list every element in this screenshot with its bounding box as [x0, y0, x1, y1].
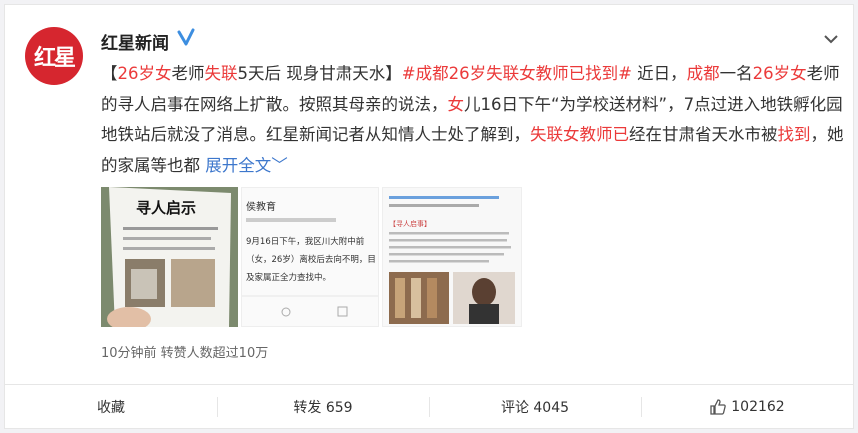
post-meta: 10分钟前 转赞人数超过10万 [101, 346, 269, 361]
like-count: 102162 [731, 399, 785, 415]
svg-text:（女，26岁）离校后去向不明，目: （女，26岁）离校后去向不明，目 [246, 254, 376, 265]
comment-button[interactable]: 评论 4045 [429, 385, 641, 429]
post-text-segment: 成都 [686, 64, 720, 83]
comment-label: 评论 4045 [500, 400, 570, 416]
notice-title: 寻人启示 [136, 199, 196, 217]
weibo-post-card: 红星 红星新闻 【26岁女老师失联5天后 现身甘肃天水】#成都26岁失联女教师已… [4, 4, 854, 429]
svg-text:9月16日下午，我区川大附中前: 9月16日下午，我区川大附中前 [246, 236, 365, 247]
chevron-down-icon[interactable] [823, 33, 839, 45]
expand-full-text-link[interactable]: 展开全文 [205, 156, 271, 175]
post-image-3[interactable]: 【寻人启事】 [382, 187, 522, 327]
action-bar: 收藏 转发 659 评论 4045 102162 [5, 385, 853, 429]
post-text-segment: 26岁女 [117, 64, 172, 83]
news-screenshot: 侯教育 9月16日下午，我区川大附中前 （女，26岁）离校后去向不明，目 及家属… [242, 188, 378, 326]
post-text-segment: 26岁女 [752, 64, 807, 83]
post-text-segment: 一名 [719, 64, 753, 83]
post-text-segment: 经在甘肃省天水市被 [629, 125, 778, 144]
verified-icon [177, 28, 195, 46]
post-text-segment: 5天后 现身甘肃天水】 [237, 64, 402, 83]
svg-text:及家属正全力查找中。: 及家属正全力查找中。 [246, 272, 331, 283]
svg-text:侯教育: 侯教育 [246, 200, 276, 213]
favorite-button[interactable]: 收藏 [5, 385, 217, 429]
post-text-segment: 找到 [777, 125, 811, 144]
post-text: 【26岁女老师失联5天后 现身甘肃天水】#成都26岁失联女教师已找到# 近日，成… [101, 59, 846, 181]
post-text-segment: 失联 [204, 64, 238, 83]
like-button[interactable]: 102162 [641, 385, 853, 429]
post-text-segment: 失联女教师已 [530, 125, 629, 144]
post-image-2[interactable]: 侯教育 9月16日下午，我区川大附中前 （女，26岁）离校后去向不明，目 及家属… [241, 187, 379, 327]
author-avatar[interactable]: 红星 [25, 27, 83, 85]
svg-text:【寻人启事】: 【寻人启事】 [389, 219, 431, 228]
notice-photo: 寻人启示 [101, 187, 238, 327]
repost-button[interactable]: 转发 659 [217, 385, 429, 429]
post-text-segment: 【 [101, 64, 118, 83]
expand-chevron-icon[interactable]: ﹀ [271, 156, 288, 175]
author-name[interactable]: 红星新闻 [101, 29, 169, 54]
post-text-segment: 近日， [631, 64, 687, 83]
favorite-label: 收藏 [97, 400, 125, 416]
repost-screenshot: 【寻人启事】 [383, 188, 521, 326]
post-text-segment[interactable]: #成都26岁失联女教师已找到# [402, 64, 632, 83]
repost-label: 转发 659 [293, 400, 353, 416]
post-text-segment: 老师 [171, 64, 205, 83]
post-image-1[interactable]: 寻人启示 [101, 187, 238, 327]
thumbs-up-icon [710, 399, 727, 415]
post-text-segment: 女 [447, 94, 465, 114]
